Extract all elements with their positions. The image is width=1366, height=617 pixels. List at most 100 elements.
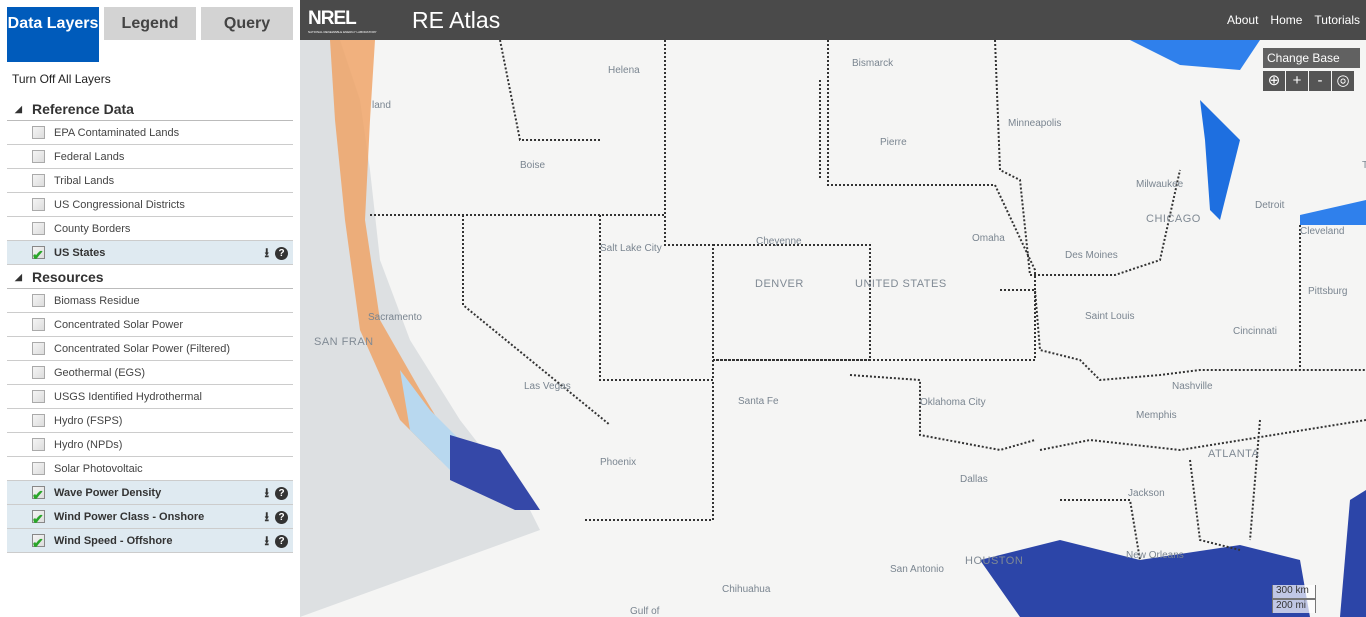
top-nav: About Home Tutorials	[1227, 13, 1360, 27]
layer-checkbox[interactable]	[32, 318, 45, 331]
change-base-button[interactable]: Change Base	[1263, 48, 1360, 68]
layer-checkbox[interactable]: ✔	[32, 510, 45, 527]
map-label: Salt Lake City	[600, 243, 662, 254]
map-label: Minneapolis	[1008, 118, 1062, 129]
map-label: TORON	[1362, 160, 1366, 171]
layer-checkbox[interactable]	[32, 174, 45, 187]
layer-label: US States	[54, 247, 106, 259]
lake-superior	[1130, 40, 1260, 70]
help-icon[interactable]: ?	[275, 534, 288, 548]
atlantic-wave-layer	[1340, 490, 1366, 617]
logo-text: NREL	[308, 8, 357, 29]
help-icon[interactable]: ?	[275, 510, 288, 524]
collapse-triangle-icon[interactable]: ◢	[15, 98, 22, 121]
layer-checkbox[interactable]	[32, 390, 45, 403]
app-title: RE Atlas	[412, 7, 501, 33]
layer-label: Wave Power Density	[54, 487, 162, 499]
map-label: DENVER	[755, 278, 804, 290]
layer-label: Hydro (FSPS)	[54, 415, 123, 427]
map-label: Omaha	[972, 233, 1005, 244]
map-canvas[interactable]: Helena Bismarck Minneapolis Boise Pierre Milw…	[300, 40, 1366, 617]
layer-checkbox[interactable]	[32, 462, 45, 475]
layer-item[interactable]: ✔ US States ⭳?	[7, 241, 293, 265]
map-label: San Antonio	[890, 564, 944, 575]
layer-checkbox[interactable]	[32, 366, 45, 379]
map-label: Des Moines	[1065, 250, 1118, 261]
layer-label: USGS Identified Hydrothermal	[54, 391, 202, 403]
tab-legend[interactable]: Legend	[104, 7, 196, 40]
nav-about[interactable]: About	[1227, 13, 1258, 27]
layer-item[interactable]: ✔ Wind Speed - Offshore ⭳?	[7, 529, 293, 553]
layer-checkbox[interactable]	[32, 126, 45, 139]
layer-label: Federal Lands	[54, 151, 125, 163]
map-controls: Change Base ⊕ + - ◎	[1263, 48, 1360, 91]
map-label: Milwaukee	[1136, 179, 1184, 190]
map-label: Cheyenne	[756, 236, 802, 247]
layer-item[interactable]: Tribal Lands	[7, 169, 293, 193]
map-label: New Orleans	[1126, 550, 1184, 561]
map-label: Gulf of	[630, 606, 660, 617]
layer-item[interactable]: Concentrated Solar Power	[7, 313, 293, 337]
map-label: Nashville	[1172, 381, 1213, 392]
download-icon[interactable]: ⭳	[264, 481, 269, 505]
app-header: NREL NATIONAL RENEWABLE ENERGY LABORATORY…	[300, 0, 1366, 40]
zoom-out-button[interactable]: -	[1309, 71, 1331, 91]
layer-item[interactable]: Concentrated Solar Power (Filtered)	[7, 337, 293, 361]
layer-checkbox[interactable]	[32, 222, 45, 235]
layer-checkbox[interactable]: ✔	[32, 486, 45, 503]
scale-km: 300 km	[1272, 585, 1316, 599]
layer-checkbox[interactable]: ✔	[32, 534, 45, 551]
sidebar: Data Layers Legend Query Turn Off All La…	[0, 0, 300, 617]
map-label: Boise	[520, 160, 546, 171]
lake-erie	[1300, 200, 1366, 225]
layer-item[interactable]: ✔ Wave Power Density ⭳?	[7, 481, 293, 505]
scale-bar: 300 km 200 mi	[1272, 585, 1316, 613]
group-header[interactable]: ◢ Resources	[7, 266, 293, 289]
layer-label: US Congressional Districts	[54, 199, 185, 211]
zoom-in-button[interactable]: +	[1286, 71, 1308, 91]
layer-item[interactable]: ✔ Wind Power Class - Onshore ⭳?	[7, 505, 293, 529]
tab-query[interactable]: Query	[201, 7, 293, 40]
download-icon[interactable]: ⭳	[264, 505, 269, 529]
zoom-box-icon[interactable]: ⊕	[1263, 71, 1285, 91]
locate-icon[interactable]: ◎	[1332, 71, 1354, 91]
layer-label: Solar Photovoltaic	[54, 463, 143, 475]
download-icon[interactable]: ⭳	[264, 529, 269, 553]
layer-checkbox[interactable]	[32, 414, 45, 427]
check-icon: ✔	[32, 247, 44, 263]
layer-item[interactable]: County Borders	[7, 217, 293, 241]
layer-label: Tribal Lands	[54, 175, 115, 187]
group-header[interactable]: ◢ Reference Data	[7, 98, 293, 121]
layer-checkbox[interactable]	[32, 438, 45, 451]
nrel-logo[interactable]: NREL NATIONAL RENEWABLE ENERGY LABORATORY	[308, 8, 377, 34]
layer-item[interactable]: Hydro (FSPS)	[7, 409, 293, 433]
layer-item[interactable]: EPA Contaminated Lands	[7, 121, 293, 145]
help-icon[interactable]: ?	[275, 246, 288, 260]
map-layers	[300, 40, 1366, 617]
help-icon[interactable]: ?	[275, 486, 288, 500]
layer-item[interactable]: Solar Photovoltaic	[7, 457, 293, 481]
nav-home[interactable]: Home	[1270, 13, 1302, 27]
layer-item[interactable]: Hydro (NPDs)	[7, 433, 293, 457]
layer-checkbox[interactable]	[32, 150, 45, 163]
layer-label: Geothermal (EGS)	[54, 367, 146, 379]
tab-data-layers[interactable]: Data Layers	[7, 7, 99, 62]
layer-group: ◢ Reference Data EPA Contaminated Lands Fed…	[7, 98, 293, 265]
map-label: HOUSTON	[965, 555, 1024, 567]
layer-checkbox[interactable]	[32, 198, 45, 211]
layer-item[interactable]: Federal Lands	[7, 145, 293, 169]
layer-item[interactable]: USGS Identified Hydrothermal	[7, 385, 293, 409]
turn-off-all-layers-link[interactable]: Turn Off All Layers	[12, 72, 111, 86]
layer-item[interactable]: US Congressional Districts	[7, 193, 293, 217]
layer-checkbox[interactable]	[32, 342, 45, 355]
layer-item[interactable]: Geothermal (EGS)	[7, 361, 293, 385]
layer-item[interactable]: Biomass Residue	[7, 289, 293, 313]
download-icon[interactable]: ⭳	[264, 241, 269, 265]
layer-label: Concentrated Solar Power	[54, 319, 184, 331]
nav-tutorials[interactable]: Tutorials	[1314, 13, 1360, 27]
layer-checkbox[interactable]: ✔	[32, 246, 45, 263]
map-label: Jackson	[1128, 488, 1165, 499]
layer-checkbox[interactable]	[32, 294, 45, 307]
collapse-triangle-icon[interactable]: ◢	[15, 266, 22, 289]
layer-label: Concentrated Solar Power (Filtered)	[54, 343, 231, 355]
